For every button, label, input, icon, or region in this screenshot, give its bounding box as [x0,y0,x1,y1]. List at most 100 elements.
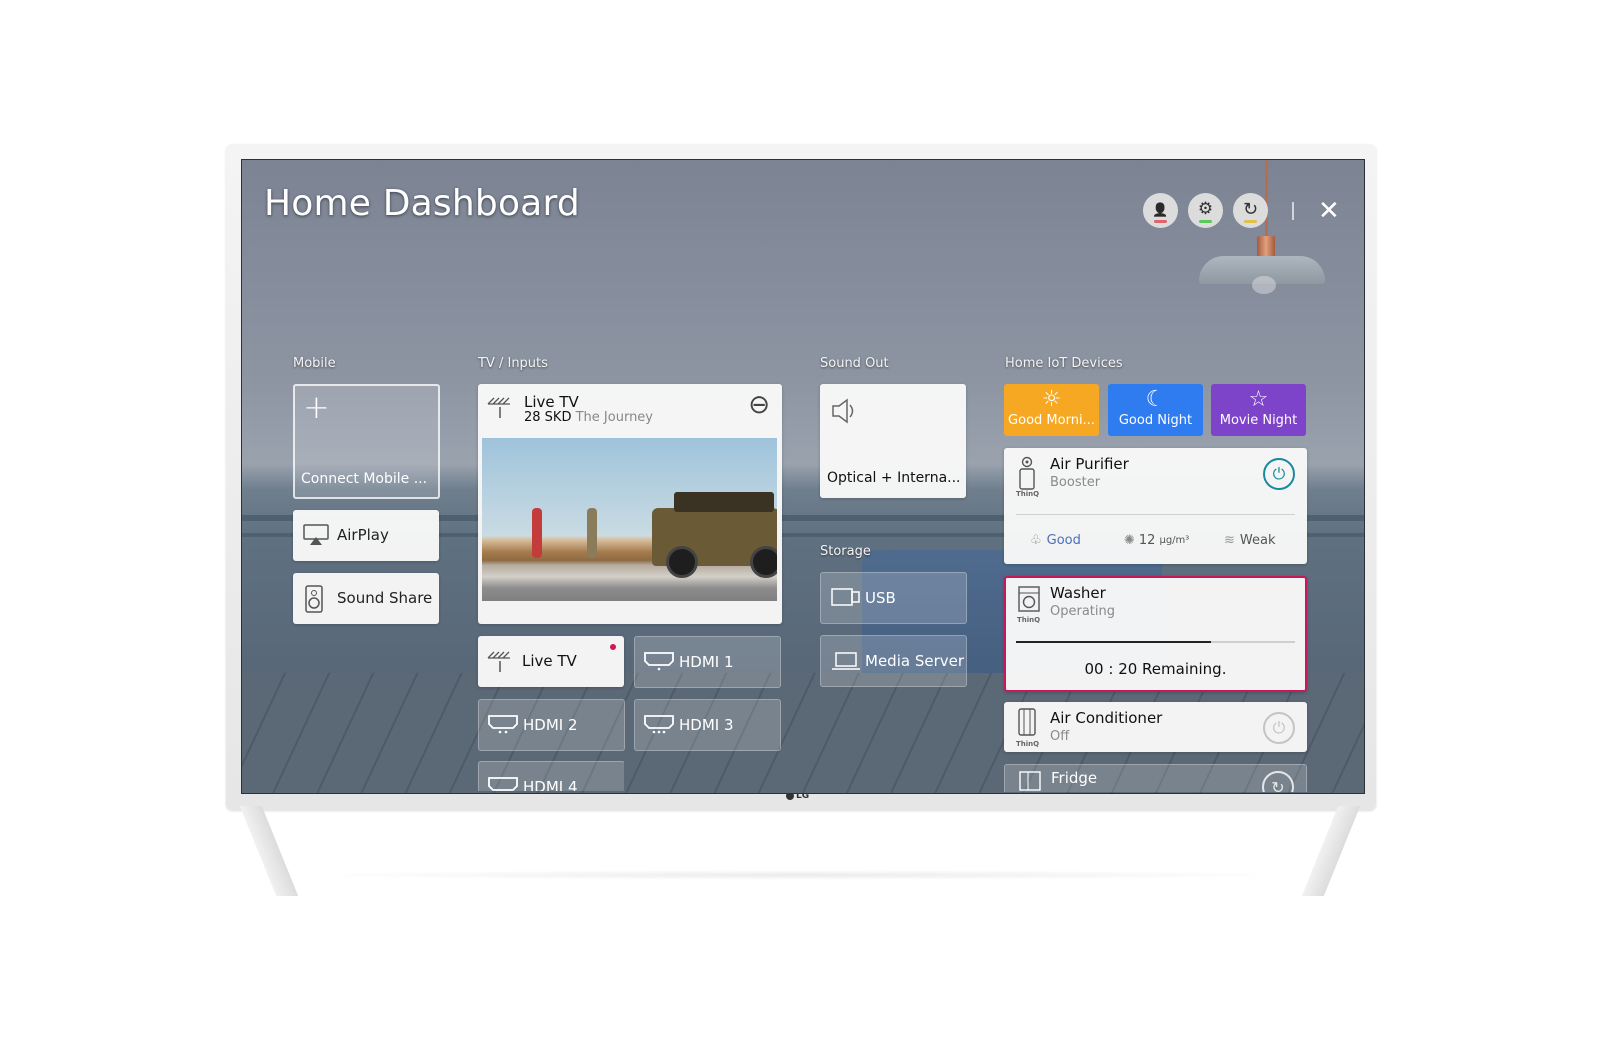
device-air-conditioner[interactable]: ThinQ Air Conditioner Off ⏻ [1004,702,1307,752]
moon-icon: ☾ [1145,387,1166,412]
close-icon[interactable]: ✕ [1318,198,1340,224]
hdmi-icon [487,776,519,791]
plus-icon: + [303,388,330,426]
air-quality-value: Good [1046,533,1081,548]
live-tv-title: Live TV [524,393,579,411]
airplay-button[interactable]: AirPlay [293,510,439,561]
storage-usb[interactable]: USB [820,572,967,624]
live-tv-preview-image[interactable] [482,438,777,601]
pm-reading: ✺ 12 µg/m³ [1124,533,1189,548]
connect-mobile-label: Connect Mobile ... [301,471,428,487]
refresh-indicator [1244,220,1257,223]
air-conditioner-icon [1018,708,1036,736]
star-icon: ☆ [1248,387,1269,412]
profile-button[interactable]: 👤 [1143,193,1178,228]
remove-icon[interactable]: ⊖ [748,390,770,420]
fridge-power-button[interactable]: ↻ [1262,771,1294,792]
washer-progress-fill [1016,641,1212,643]
input-live-tv[interactable]: Live TV [478,636,624,687]
scene-good-night-label: Good Night [1118,413,1193,428]
fridge-icon [1019,771,1041,791]
scene-movie-night[interactable]: ☆ Movie Night [1211,384,1306,436]
section-label-tv-inputs: TV / Inputs [478,356,548,371]
user-star-icon: 👤 [1152,203,1169,218]
thinq-badge: ThinQ [1016,490,1040,498]
scene-good-morning-label: Good Morni... [1008,413,1095,428]
hdmi-icon [643,714,675,734]
air-conditioner-status: Off [1050,729,1070,744]
live-tv-channel: 28 SKD The Journey [524,410,653,425]
device-fridge-clip: Fridge ↻ [1004,764,1307,792]
airplay-label: AirPlay [337,526,389,544]
fan-speed-value: Weak [1239,533,1276,548]
air-purifier-power-button[interactable]: ⏻ [1263,458,1295,490]
washer-remaining: 00 : 20 Remaining. [1084,660,1227,678]
hdmi-icon [487,714,519,734]
laptop-icon [831,651,861,671]
input-hdmi-2-label: HDMI 2 [523,716,578,734]
air-conditioner-name: Air Conditioner [1050,709,1163,727]
storage-usb-label: USB [865,589,896,607]
device-air-purifier[interactable]: ThinQ Air Purifier Booster ⏻ ♧ Good ✺ 12… [1004,448,1307,564]
refresh-icon: ↻ [1242,198,1259,220]
usb-icon [831,588,861,606]
input-hdmi-2[interactable]: HDMI 2 [478,699,625,751]
channel-number: 28 SKD [524,410,572,425]
tv-shadow [300,870,1300,880]
washer-icon [1018,586,1040,612]
scene-good-morning[interactable]: ☼ Good Morni... [1004,384,1099,436]
settings-button[interactable]: ⚙ [1188,193,1223,228]
section-label-mobile: Mobile [293,356,336,371]
input-hdmi-1[interactable]: HDMI 1 [634,636,781,688]
lamp-bulb [1252,276,1276,294]
divider [1016,514,1295,515]
input-live-tv-label: Live TV [522,652,577,670]
sound-share-label: Sound Share [337,589,433,607]
lamp-cap [1257,236,1275,258]
preview-person-1 [532,508,542,558]
pm-value: 12 [1138,533,1156,548]
washer-status: Operating [1050,604,1115,619]
sound-out-device-label: Optical + Interna... [827,470,961,486]
air-purifier-name: Air Purifier [1050,455,1129,473]
active-input-indicator [610,644,616,650]
page-title: Home Dashboard [264,183,580,224]
thinq-badge: ThinQ [1016,740,1040,748]
storage-media-server-label: Media Server [865,652,965,670]
sun-icon: ☼ [1041,387,1062,412]
tv-stand-left [239,806,299,896]
header-divider [1292,201,1294,220]
antenna-icon [486,648,516,674]
preview-wheel [750,546,777,578]
preview-vehicle [652,492,777,578]
device-fridge[interactable]: Fridge ↻ [1004,764,1307,792]
fridge-name: Fridge [1051,769,1098,787]
storage-media-server[interactable]: Media Server [820,635,967,687]
air-purifier-status: Booster [1050,475,1101,490]
tree-icon: ♧ [1030,533,1042,548]
scene-good-night[interactable]: ☾ Good Night [1108,384,1203,436]
thinq-badge: ThinQ [1017,616,1041,624]
section-label-storage: Storage [820,544,871,559]
refresh-button[interactable]: ↻ [1233,193,1268,228]
sound-share-button[interactable]: Sound Share [293,573,439,624]
sound-out-card[interactable]: Optical + Interna... [820,384,966,498]
antenna-icon [486,394,516,420]
washer-name: Washer [1050,584,1106,602]
dust-icon: ✺ [1124,533,1135,548]
header-actions: 👤 ⚙ ↻ ✕ [1143,193,1340,228]
input-hdmi-4[interactable]: HDMI 4 [478,761,624,791]
connect-mobile-card[interactable]: + Connect Mobile ... [293,384,440,499]
section-label-sound-out: Sound Out [820,356,889,371]
input-hdmi-3[interactable]: HDMI 3 [634,699,781,751]
washer-progress-track [1016,641,1295,643]
input-hdmi-4-clip: HDMI 4 [478,761,624,791]
preview-person-2 [587,508,597,558]
program-title: The Journey [575,410,653,425]
tv-stand-right [1301,806,1361,896]
section-label-iot: Home IoT Devices [1005,356,1123,371]
speaker-bluetooth-icon [305,585,325,613]
device-washer[interactable]: ThinQ Washer Operating 00 : 20 Remaining… [1004,576,1307,692]
wind-icon: ≋ [1224,533,1235,548]
air-conditioner-power-button[interactable]: ⏻ [1263,712,1295,744]
